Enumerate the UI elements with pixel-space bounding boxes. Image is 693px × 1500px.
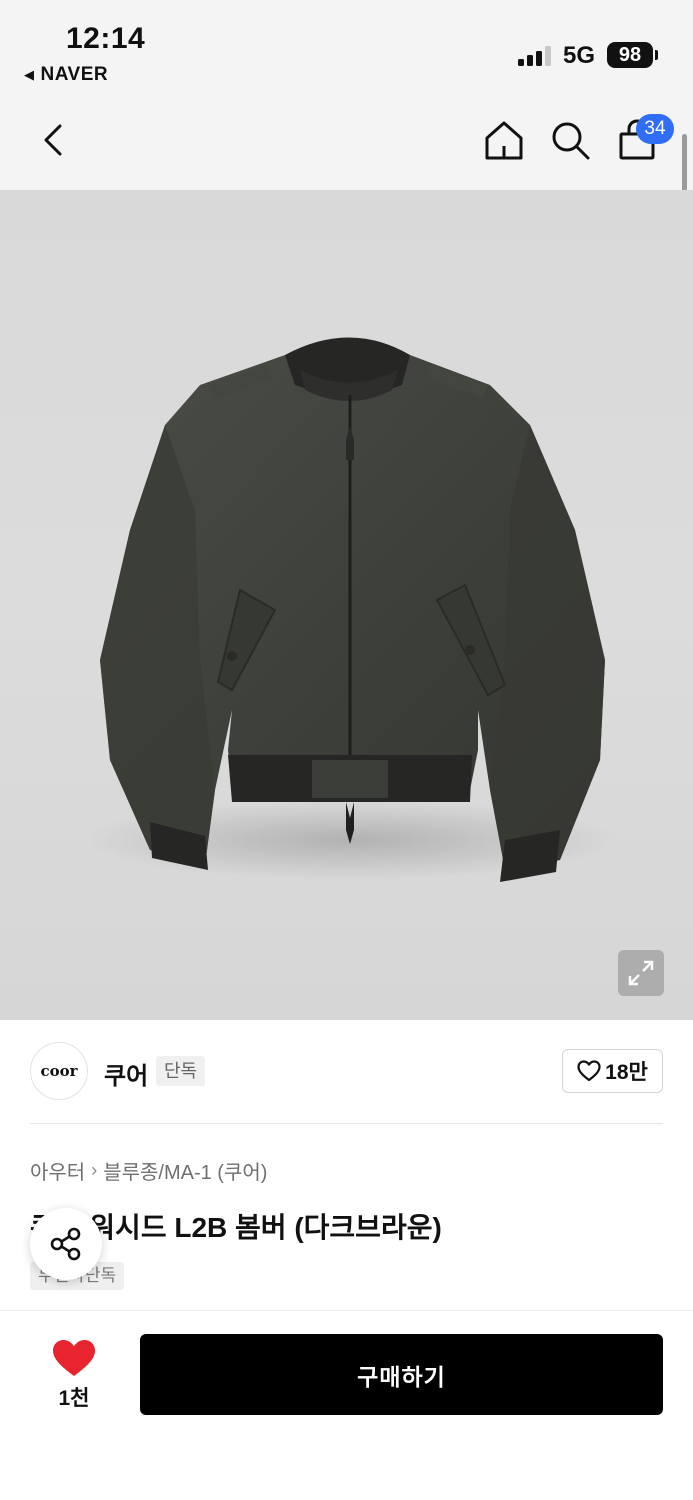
top-navbar: [0, 100, 693, 190]
share-icon: [50, 1227, 81, 1261]
brand-like-button[interactable]: 18만: [562, 1049, 663, 1093]
buy-button[interactable]: 구매하기: [140, 1334, 663, 1415]
back-triangle-icon: ◀: [24, 67, 35, 82]
breadcrumb: 아우터 › 블루종/MA-1 (쿠어): [30, 1156, 267, 1185]
cellular-signal-icon: [518, 46, 551, 66]
home-icon[interactable]: [482, 118, 526, 162]
breadcrumb-category[interactable]: 아우터: [30, 1156, 85, 1185]
divider: [30, 1123, 663, 1124]
wishlist-count: 1천: [58, 1387, 90, 1410]
exclusive-badge: 단독: [156, 1056, 206, 1086]
back-app-label: NAVER: [40, 64, 109, 85]
back-to-app-link[interactable]: ◀ NAVER: [24, 64, 108, 86]
battery-icon: 98: [607, 42, 653, 68]
heart-outline-icon: [577, 1060, 601, 1082]
brand-row: coor 쿠어 단독 18만: [30, 1042, 663, 1102]
brand-like-count: 18만: [605, 1061, 648, 1084]
brand-logo[interactable]: coor: [30, 1042, 88, 1100]
back-arrow-icon[interactable]: [34, 120, 74, 160]
breadcrumb-subcategory[interactable]: 블루종/MA-1 (쿠어): [103, 1156, 267, 1185]
status-bar: 12:14 ◀ NAVER 5G 98: [0, 0, 693, 100]
bomber-jacket-image: [80, 337, 620, 882]
heart-filled-icon[interactable]: [50, 1338, 98, 1378]
brand-name[interactable]: 쿠어: [104, 1056, 148, 1091]
battery-tip: [655, 50, 658, 60]
status-time: 12:14: [66, 22, 146, 55]
product-image[interactable]: [0, 190, 693, 1020]
network-type: 5G: [563, 42, 596, 69]
cart-count-badge: 34: [636, 114, 674, 144]
expand-image-icon[interactable]: [618, 950, 664, 996]
search-icon[interactable]: [548, 118, 592, 162]
chevron-right-icon: ›: [91, 1160, 98, 1180]
share-button[interactable]: [30, 1208, 102, 1280]
